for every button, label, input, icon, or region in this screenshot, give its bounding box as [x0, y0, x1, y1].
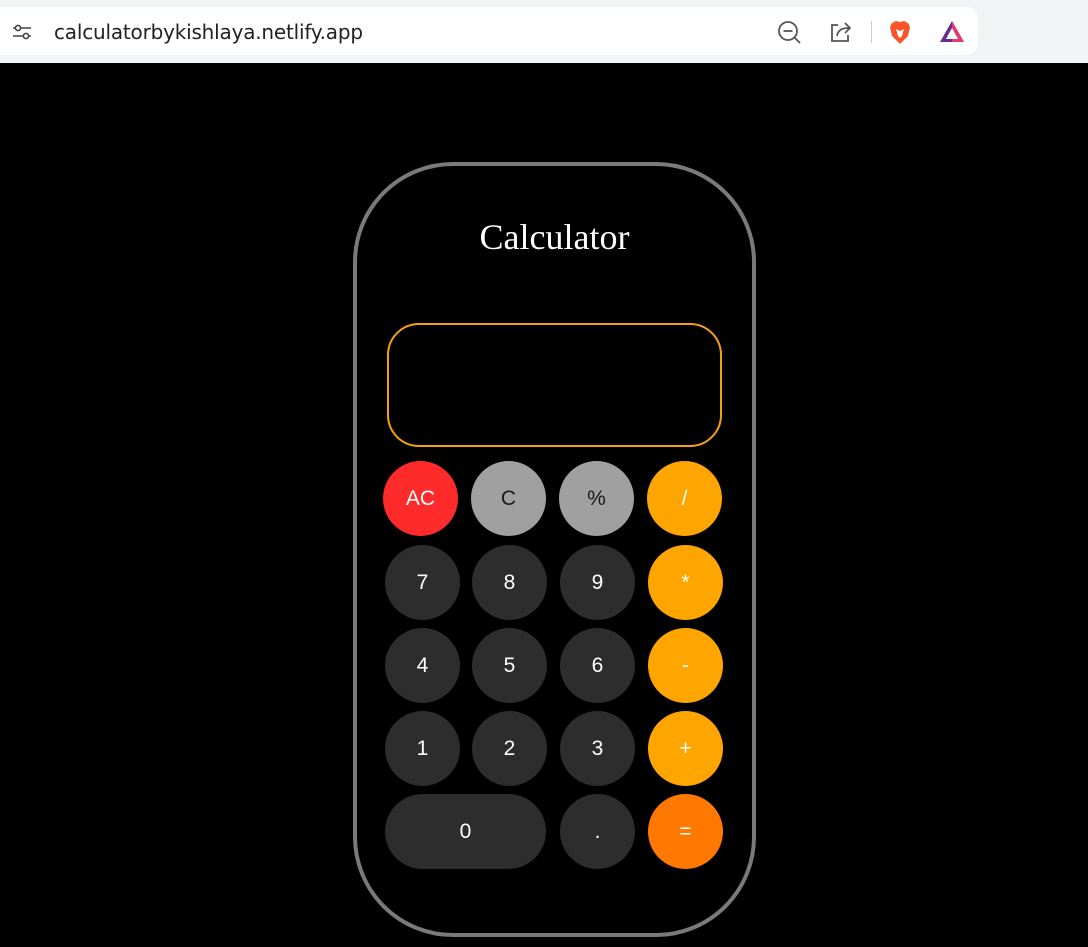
brave-rewards-icon[interactable]: [939, 19, 965, 45]
calculator-frame: Calculator AC C % / 7 8 9 * 4 5 6 - 1 2 …: [353, 162, 756, 937]
share-icon[interactable]: [828, 19, 854, 45]
clear-button[interactable]: C: [471, 461, 546, 536]
plus-button[interactable]: +: [648, 711, 723, 786]
decimal-button[interactable]: .: [560, 794, 635, 869]
display-value: [700, 363, 720, 407]
five-button[interactable]: 5: [472, 628, 547, 703]
calculator-title: Calculator: [479, 217, 630, 257]
url-text: calculatorbykishlaya.netlify.app: [54, 20, 363, 44]
eight-button[interactable]: 8: [472, 545, 547, 620]
minus-button[interactable]: -: [648, 628, 723, 703]
divide-button[interactable]: /: [647, 461, 722, 536]
address-bar[interactable]: calculatorbykishlaya.netlify.app: [0, 7, 978, 55]
seven-button[interactable]: 7: [385, 545, 460, 620]
percent-button[interactable]: %: [559, 461, 634, 536]
two-button[interactable]: 2: [472, 711, 547, 786]
browser-toolbar: calculatorbykishlaya.netlify.app: [0, 0, 1088, 63]
all-clear-button[interactable]: AC: [383, 461, 458, 536]
site-info-icon[interactable]: [12, 22, 32, 42]
six-button[interactable]: 6: [560, 628, 635, 703]
one-button[interactable]: 1: [385, 711, 460, 786]
nine-button[interactable]: 9: [560, 545, 635, 620]
three-button[interactable]: 3: [560, 711, 635, 786]
multiply-button[interactable]: *: [648, 545, 723, 620]
zero-button[interactable]: 0: [385, 794, 546, 869]
brave-shields-icon[interactable]: [887, 19, 913, 45]
toolbar-separator: [871, 21, 872, 43]
four-button[interactable]: 4: [385, 628, 460, 703]
calculator-display: [387, 323, 722, 447]
zoom-out-icon[interactable]: [776, 19, 802, 45]
equals-button[interactable]: =: [648, 794, 723, 869]
